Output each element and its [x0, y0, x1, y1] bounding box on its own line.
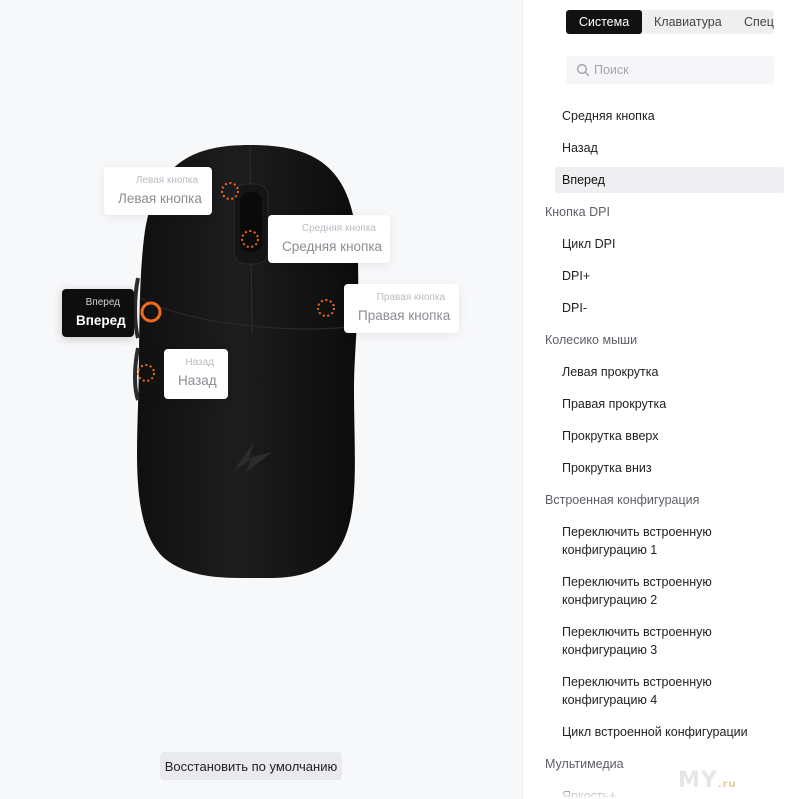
list-group-header: Мультимедиа	[545, 757, 624, 771]
callout-middle-default: Средняя кнопка	[301, 223, 376, 234]
callout-left-assigned: Левая кнопка	[118, 191, 202, 206]
list-item[interactable]: Переключить встроенную конфигурацию 2	[562, 573, 732, 609]
mouse-preview-area: Левая кнопка Левая кнопка Средняя кнопка…	[0, 0, 522, 799]
list-item[interactable]: DPI+	[562, 267, 590, 285]
list-item[interactable]: DPI-	[562, 299, 587, 317]
search-icon	[577, 64, 590, 77]
callout-right-assigned: Правая кнопка	[358, 308, 451, 323]
tab-keyboard[interactable]: Клавиатура	[654, 10, 722, 34]
watermark: MY.ru	[678, 768, 737, 793]
list-item[interactable]: Средняя кнопка	[562, 107, 655, 125]
callout-back-default: Назад	[185, 357, 214, 368]
watermark-text: MY	[678, 768, 718, 793]
tab-system[interactable]: Система	[566, 10, 642, 34]
search-input[interactable]	[594, 56, 769, 84]
tab-special[interactable]: Специаль	[744, 10, 774, 34]
category-tabs: Система Клавиатура Специаль	[566, 10, 774, 34]
list-item[interactable]: Прокрутка вниз	[562, 459, 652, 477]
list-item[interactable]: Переключить встроенную конфигурацию 4	[562, 673, 732, 709]
scroll-fade	[523, 781, 800, 799]
watermark-suffix: .ru	[717, 779, 737, 790]
list-group-header: Встроенная конфигурация	[545, 493, 700, 507]
callout-left-button[interactable]: Левая кнопка Левая кнопка	[104, 167, 212, 215]
callout-forward-button[interactable]: Вперед Вперед	[62, 289, 134, 337]
callout-back-assigned: Назад	[178, 373, 217, 388]
function-panel: Система Клавиатура Специаль Средняя кноп…	[522, 0, 800, 799]
callout-right-button[interactable]: Правая кнопка Правая кнопка	[344, 284, 459, 333]
callout-middle-button[interactable]: Средняя кнопка Средняя кнопка	[268, 215, 390, 263]
list-item[interactable]: Правая прокрутка	[562, 395, 666, 413]
callout-middle-assigned: Средняя кнопка	[282, 239, 383, 254]
list-item[interactable]: Левая прокрутка	[562, 363, 658, 381]
search-box	[566, 56, 774, 84]
callout-left-default: Левая кнопка	[135, 175, 198, 186]
list-group-header: Колесико мыши	[545, 333, 638, 347]
list-item[interactable]: Цикл встроенной конфигурации	[562, 723, 748, 741]
list-item[interactable]: Вперед	[555, 167, 784, 193]
callout-right-default: Правая кнопка	[376, 292, 445, 303]
list-item[interactable]: Переключить встроенную конфигурацию 3	[562, 623, 732, 659]
list-item[interactable]: Прокрутка вверх	[562, 427, 658, 445]
list-item[interactable]: Переключить встроенную конфигурацию 1	[562, 523, 732, 559]
reset-defaults-button[interactable]: Восстановить по умолчанию	[160, 752, 342, 780]
list-item[interactable]: Цикл DPI	[562, 235, 615, 253]
callout-forward-assigned: Вперед	[76, 313, 126, 328]
list-item[interactable]: Назад	[562, 139, 598, 157]
callout-forward-default: Вперед	[85, 297, 120, 308]
callout-back-button[interactable]: Назад Назад	[164, 349, 228, 399]
list-group-header: Кнопка DPI	[545, 205, 610, 219]
